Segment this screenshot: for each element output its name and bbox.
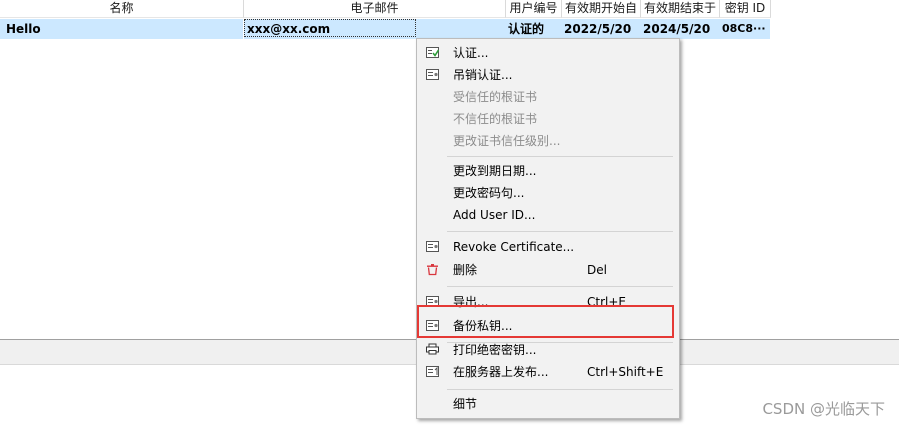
menu-item-label: Add User ID... [453,208,536,222]
menu-item-label: 打印绝密密钥... [453,343,537,357]
menu-item-details[interactable]: 细节 [417,393,679,415]
menu-item-revoke-certification[interactable]: 吊销认证... [417,64,679,86]
menu-item-label: 细节 [453,397,478,411]
printer-icon [426,343,439,355]
cell-key-id: 08C8··· [722,22,766,35]
highlight-box [417,305,674,338]
menu-item-publish-on-server[interactable]: 在服务器上发布... Ctrl+Shift+E [417,361,679,383]
table-row[interactable]: Hello xxx@xx.com 认证的 2022/5/20 2024/5/20… [0,19,770,39]
menu-item-trusted-root[interactable]: 受信任的根证书 [417,86,679,108]
cell-valid-until: 2024/5/20 [643,22,711,36]
context-menu: 认证... 吊销认证... 受信任的根证书 不信任的根证书 更改证书信任级别..… [416,38,680,419]
menu-item-label: 吊销认证... [453,68,513,82]
menu-item-label: 认证... [453,46,489,60]
menu-separator [447,156,673,157]
menu-item-print-secret-key[interactable]: 打印绝密密钥... [417,339,679,361]
menu-item-label: 更改证书信任级别... [453,134,561,148]
cell-valid-from: 2022/5/20 [564,22,632,36]
cell-user-id: 认证的 [508,22,545,36]
column-header-valid-until[interactable]: 有效期结束于 [641,0,720,18]
column-header-valid-from[interactable]: 有效期开始自 [562,0,641,18]
table-header: 名称 电子邮件 用户编号 有效期开始自 有效期结束于 密钥 ID [0,0,899,18]
menu-item-change-trust-level[interactable]: 更改证书信任级别... [417,130,679,152]
menu-item-change-passphrase[interactable]: 更改密码句... [417,182,679,204]
trash-icon [427,264,438,276]
shortcut-label: Del [587,263,607,277]
certify-icon [426,47,439,58]
watermark: CSDN @光临天下 [762,400,885,418]
menu-item-untrusted-root[interactable]: 不信任的根证书 [417,108,679,130]
revoke-certificate-icon [426,241,439,252]
revoke-certification-icon [426,69,439,80]
menu-item-certify[interactable]: 认证... [417,42,679,64]
shortcut-label: Ctrl+Shift+E [587,365,664,379]
cell-email: xxx@xx.com [247,22,331,36]
menu-item-revoke-certificate[interactable]: Revoke Certificate... [417,236,679,258]
cell-name: Hello [6,19,244,39]
menu-item-label: 受信任的根证书 [453,90,538,104]
menu-separator [447,286,673,287]
menu-item-change-expiry[interactable]: 更改到期日期... [417,160,679,182]
column-header-key-id[interactable]: 密钥 ID [720,0,771,18]
menu-item-delete[interactable]: 删除 Del [417,259,679,281]
menu-separator [447,389,673,390]
menu-item-add-user-id[interactable]: Add User ID... [417,204,679,226]
publish-icon [426,366,439,377]
menu-item-label: Revoke Certificate... [453,240,575,254]
menu-separator [447,231,673,232]
column-header-user-id[interactable]: 用户编号 [506,0,562,18]
column-header-email[interactable]: 电子邮件 [244,0,506,18]
menu-item-label: 更改到期日期... [453,164,537,178]
menu-item-label: 更改密码句... [453,186,525,200]
column-header-name[interactable]: 名称 [0,0,244,18]
menu-item-label: 不信任的根证书 [453,112,538,126]
menu-item-label: 删除 [453,263,478,277]
menu-item-label: 在服务器上发布... [453,365,549,379]
